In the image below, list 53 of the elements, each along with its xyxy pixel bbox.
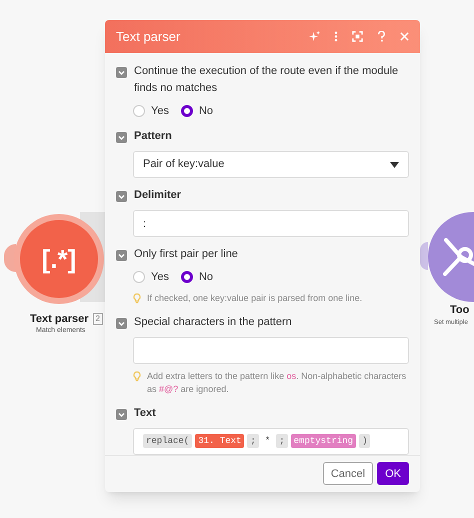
close-icon xyxy=(400,32,409,41)
collapse-icon xyxy=(116,191,127,202)
field-label: Continue the execution of the route even if the module finds no matches xyxy=(134,64,400,96)
field-label: Only first pair per line xyxy=(134,247,238,262)
caret-icon xyxy=(390,162,399,168)
collapse-icon xyxy=(116,66,127,78)
dialog-title: Text parser xyxy=(116,28,182,46)
connector-handle[interactable] xyxy=(420,242,428,270)
formula-token: ; xyxy=(247,434,259,448)
formula-token: ) xyxy=(359,434,370,448)
more-button[interactable] xyxy=(334,30,338,42)
hint-text: If checked, one key:value pair is parsed from one line. xyxy=(147,292,362,305)
node-badge: 2 xyxy=(92,313,103,326)
radio-label: No xyxy=(198,104,214,119)
expand-icon xyxy=(352,30,363,42)
lightbulb-icon xyxy=(133,292,141,304)
radio-button[interactable] xyxy=(180,104,193,117)
collapse-icon xyxy=(116,250,127,262)
select-field[interactable]: Pair of key:value xyxy=(133,151,409,178)
module-icon-text: [.*] xyxy=(42,246,76,272)
collapse-icon xyxy=(116,408,127,420)
input-field[interactable] xyxy=(133,336,409,364)
more-icon xyxy=(334,30,338,42)
collapse-icon xyxy=(116,318,127,329)
lightbulb-icon xyxy=(133,370,141,382)
field-label: Text xyxy=(134,406,156,421)
sparkle-button[interactable] xyxy=(309,30,320,42)
formula-token: * xyxy=(264,435,272,448)
node-title: Text parser xyxy=(30,312,88,326)
formula-token: 31. Text xyxy=(195,434,244,448)
field-label: Special characters in the pattern xyxy=(134,314,292,330)
sparkle-icon xyxy=(309,30,320,42)
formula-token: emptystring xyxy=(290,434,356,448)
close-button[interactable] xyxy=(400,32,409,41)
formula-token: replace( xyxy=(143,434,192,448)
help-button[interactable] xyxy=(377,30,386,42)
connector-handle[interactable] xyxy=(4,244,16,272)
ok-button[interactable]: OK xyxy=(377,462,409,486)
node-title: Too xyxy=(450,303,470,318)
formula-field[interactable]: replace( 31. Text ; * ; emptystring ) xyxy=(133,428,409,455)
help-icon xyxy=(377,30,386,42)
expand-button[interactable] xyxy=(352,30,363,42)
field-label: Delimiter xyxy=(134,188,182,204)
field-label: Pattern xyxy=(134,129,172,144)
formula-token: ; xyxy=(276,434,288,448)
radio-button[interactable] xyxy=(180,271,193,284)
hint-text: Add extra letters to the pattern like os. Non-alphabetic characters as #@? are ignored. xyxy=(147,370,408,396)
radio-label: Yes xyxy=(151,270,169,286)
cancel-button[interactable]: Cancel xyxy=(322,462,374,486)
radio-label: No xyxy=(198,270,214,286)
collapse-icon xyxy=(116,132,127,144)
radio-label: Yes xyxy=(151,104,169,119)
input-field[interactable]: : xyxy=(133,210,409,238)
